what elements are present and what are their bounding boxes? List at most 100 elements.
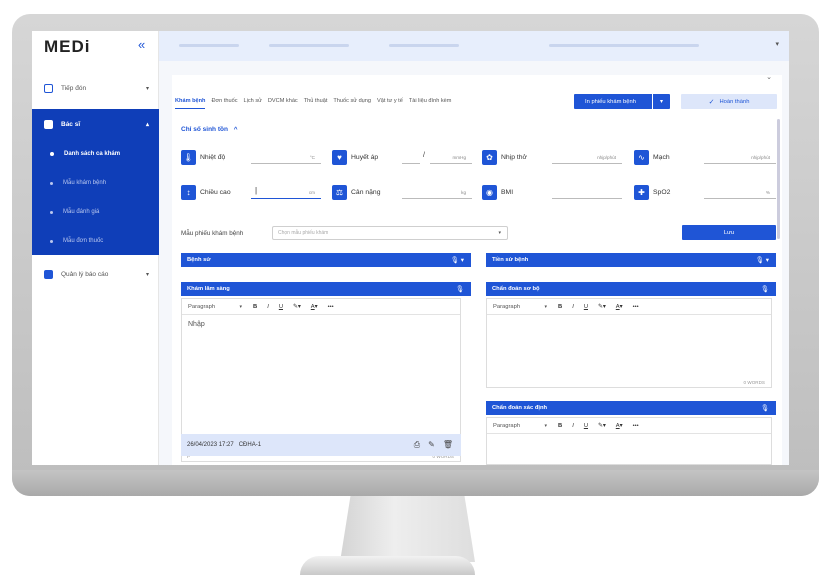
chevron-down-icon[interactable]: ▾ (775, 40, 779, 48)
bold-button[interactable]: B (558, 423, 562, 429)
bold-button[interactable]: B (558, 304, 562, 310)
monitor-stand-neck (340, 494, 475, 562)
vital-chieu-cao: ↕ Chiều cao | cm (181, 182, 321, 202)
sidebar-item-quan-ly-bao-cao[interactable]: Quản lý báo cáo ▾ (32, 267, 159, 281)
sidebar-subitem-danh-sach-ca-kham[interactable]: Danh sách ca khám (32, 148, 159, 160)
chevron-down-icon[interactable]: ⌄ (766, 73, 772, 81)
patient-info-bar: ▾ (159, 31, 789, 61)
vital-label: Mạch (653, 153, 670, 161)
tab-vat-tu-y-te[interactable]: Vật tư y tế (377, 94, 403, 108)
tab-lich-su[interactable]: Lịch sử (244, 94, 262, 108)
vital-label: Cân nặng (351, 188, 381, 196)
chevron-down-icon: ▾ (544, 303, 547, 310)
section-benh-su[interactable]: Bệnh sử 🎙 ▾ (181, 253, 471, 267)
italic-button[interactable]: I (572, 304, 574, 310)
sidebar: MEDi « Tiếp đón ▾ Bác sĩ ▴ Danh sách ca … (32, 31, 159, 465)
tab-dvcm-khac[interactable]: DVCM khác (268, 94, 298, 108)
sidebar-subitem-mau-kham-benh[interactable]: Mẫu khám bệnh (32, 177, 159, 189)
microphone-icon[interactable]: 🎙 (761, 404, 769, 412)
microphone-icon[interactable]: 🎙 ▾ (756, 256, 769, 264)
vital-input-systolic[interactable] (402, 163, 420, 164)
underline-button[interactable]: U (279, 304, 283, 310)
more-icon[interactable]: ••• (328, 304, 334, 310)
select-value: Paragraph (493, 303, 521, 310)
oximeter-icon: ✚ (634, 184, 649, 200)
sidebar-item-tiep-don[interactable]: Tiếp đón ▾ (32, 81, 159, 95)
section-title: Chẩn đoán xác định (492, 405, 548, 411)
sidebar-subitem-mau-danh-gia[interactable]: Mẫu đánh giá (32, 206, 159, 218)
template-select[interactable]: Chọn mẫu phiếu khám ▾ (272, 226, 508, 240)
tab-don-thuoc[interactable]: Đơn thuốc (211, 94, 237, 108)
italic-button[interactable]: I (267, 304, 269, 310)
microphone-icon[interactable]: 🎙 ▾ (451, 256, 464, 264)
tab-thu-thuat[interactable]: Thủ thuật (304, 94, 328, 108)
microphone-icon[interactable]: 🎙 (456, 285, 464, 293)
highlight-color-icon[interactable]: ✎▾ (598, 304, 606, 310)
vital-input-nhiet-do[interactable] (251, 163, 321, 164)
paragraph-select[interactable]: Paragraph ▾ (493, 304, 553, 310)
print-icon[interactable]: ⎙ (414, 440, 420, 450)
font-color-icon[interactable]: A▾ (311, 304, 318, 310)
button-label: In phiếu khám bệnh (585, 98, 636, 105)
tab-tai-lieu-dinh-kem[interactable]: Tài liệu đính kèm (409, 94, 452, 108)
complete-button[interactable]: ✓ Hoàn thành (681, 94, 777, 109)
save-button[interactable]: Lưu (682, 225, 776, 240)
sidebar-subitem-mau-don-thuoc[interactable]: Mẫu đơn thuốc (32, 235, 159, 247)
vital-input-spo2[interactable] (704, 198, 776, 199)
chevron-down-icon[interactable]: ▾ (652, 94, 670, 109)
vital-label: Nhiệt độ (200, 153, 226, 161)
section-chan-doan-xac-dinh[interactable]: Chẩn đoán xác định 🎙 (486, 401, 776, 415)
edit-icon[interactable]: ✎ (428, 440, 435, 450)
heart-monitor-icon: ♥ (332, 149, 347, 165)
bullet-icon (50, 239, 53, 243)
vital-mach: ∿ Mạch nhịp/phút (634, 147, 776, 167)
highlight-color-icon[interactable]: ✎▾ (598, 423, 606, 429)
sidebar-item-label: Tiếp đón (61, 84, 87, 92)
thermometer-icon: 🌡 (181, 149, 196, 165)
section-kham-lam-sang[interactable]: Khám lâm sàng 🎙 (181, 282, 471, 296)
italic-button[interactable]: I (572, 423, 574, 429)
monitor-chin (12, 470, 819, 496)
double-chevron-left-icon[interactable]: « (138, 37, 145, 52)
section-tien-su-benh[interactable]: Tiền sử bệnh 🎙 ▾ (486, 253, 776, 267)
paragraph-select[interactable]: Paragraph ▾ (188, 304, 248, 310)
underline-button[interactable]: U (584, 423, 588, 429)
editor-toolbar: Paragraph ▾ B I U ✎▾ A▾ ••• (182, 299, 460, 315)
vital-input-bmi[interactable] (552, 198, 622, 199)
font-color-icon[interactable]: A▾ (616, 304, 623, 310)
chevron-down-icon: ▾ (544, 422, 547, 429)
record-datetime: 26/04/2023 17:27 (187, 442, 234, 448)
vital-input-nhip-tho[interactable] (552, 163, 622, 164)
section-title: Khám lâm sàng (187, 286, 230, 292)
editor-content[interactable]: Nhập (182, 315, 460, 334)
underline-button[interactable]: U (584, 304, 588, 310)
section-chan-doan-so-bo[interactable]: Chẩn đoán sơ bộ 🎙 (486, 282, 776, 296)
section-title: Tiền sử bệnh (492, 257, 529, 263)
font-color-icon[interactable]: A▾ (616, 423, 623, 429)
editor-chan-doan-so-bo: Paragraph ▾ B I U ✎▾ A▾ ••• 0 WORDS (486, 298, 772, 388)
vital-input-diastolic[interactable] (430, 163, 472, 164)
sidebar-item-bac-si[interactable]: Bác sĩ ▴ (32, 117, 159, 131)
vital-input-mach[interactable] (704, 163, 776, 164)
highlight-color-icon[interactable]: ✎▾ (293, 304, 301, 310)
tab-thuoc-su-dung[interactable]: Thuốc sử dụng (333, 94, 371, 108)
more-icon[interactable]: ••• (633, 304, 639, 310)
chevron-down-icon: ▾ (145, 271, 149, 278)
blurred-text (549, 44, 699, 47)
microphone-icon[interactable]: 🎙 (761, 285, 769, 293)
vital-input-can-nang[interactable] (402, 198, 472, 199)
tab-kham-benh[interactable]: Khám bệnh (175, 94, 206, 109)
imaging-record-row[interactable]: 26/04/2023 17:27 CĐHA-1 ⎙ ✎ 🗑 (181, 434, 461, 456)
paragraph-select[interactable]: Paragraph ▾ (493, 423, 553, 429)
vitals-section-title[interactable]: Chỉ số sinh tồn ^ (181, 126, 238, 133)
print-exam-form-button[interactable]: In phiếu khám bệnh ▾ (574, 94, 670, 109)
blurred-text (269, 44, 349, 47)
editor-content[interactable] (487, 315, 771, 327)
vital-input-chieu-cao[interactable] (251, 198, 321, 199)
delete-icon[interactable]: 🗑 (443, 440, 453, 450)
bp-separator: / (423, 152, 425, 159)
app-logo: MEDi (44, 37, 91, 56)
scrollbar[interactable] (777, 119, 780, 239)
bold-button[interactable]: B (253, 304, 257, 310)
more-icon[interactable]: ••• (633, 423, 639, 429)
